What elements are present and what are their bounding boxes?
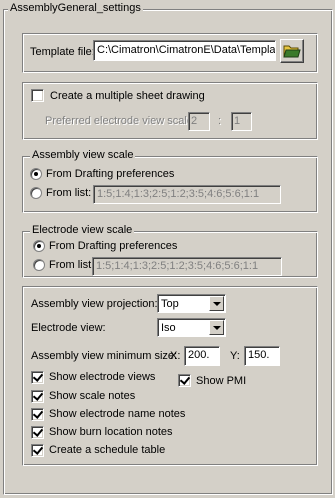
electrode-list-radio[interactable] bbox=[33, 259, 45, 271]
assembly-list-input[interactable]: 1:5;1:4;1:3;2:5;1:2;3:5;4:6;5:6;1:1 bbox=[93, 185, 281, 204]
min-size-label: Assembly view minimum size: bbox=[31, 350, 178, 362]
template-file-label: Template file: bbox=[30, 46, 95, 58]
browse-button[interactable] bbox=[280, 39, 304, 63]
chevron-down-icon[interactable] bbox=[209, 296, 224, 311]
show-burn-location-notes-checkbox[interactable] bbox=[31, 426, 44, 439]
show-pmi-checkbox[interactable] bbox=[178, 374, 191, 387]
electrode-list-input[interactable]: 1:5;1:4;1:3;2:5;1:2;3:5;4:6;5:6;1:1 bbox=[92, 257, 282, 276]
show-electrode-views-checkbox[interactable] bbox=[31, 371, 44, 384]
electrode-view-value: Iso bbox=[161, 322, 176, 334]
template-file-input[interactable]: C:\Cimatron\CimatronE\Data\Template bbox=[93, 40, 276, 61]
multiple-sheet-checkbox[interactable] bbox=[31, 89, 44, 102]
electrode-drafting-radio[interactable] bbox=[33, 240, 45, 252]
scale-separator: : bbox=[218, 115, 222, 127]
electrode-list-label: From list: bbox=[49, 259, 95, 271]
min-size-y-input[interactable]: 150. bbox=[244, 346, 280, 366]
chevron-down-icon[interactable] bbox=[209, 320, 224, 335]
electrode-view-label: Electrode view: bbox=[31, 322, 106, 334]
preferred-scale-label: Preferred electrode view scale: bbox=[45, 115, 197, 127]
create-schedule-table-checkbox[interactable] bbox=[31, 444, 44, 457]
projection-value: Top bbox=[161, 298, 179, 310]
x-label: X: bbox=[170, 350, 181, 362]
show-pmi-label: Show PMI bbox=[196, 375, 247, 387]
show-burn-location-notes-label: Show burn location notes bbox=[49, 426, 173, 438]
show-electrode-name-notes-checkbox[interactable] bbox=[31, 408, 44, 421]
show-electrode-views-label: Show electrode views bbox=[49, 371, 156, 383]
assembly-list-label: From list: bbox=[46, 187, 92, 199]
folder-open-icon bbox=[283, 45, 301, 58]
projection-select[interactable]: Top bbox=[157, 294, 226, 313]
assembly-drafting-label: From Drafting preferences bbox=[46, 168, 175, 180]
assembly-list-radio[interactable] bbox=[30, 187, 42, 199]
electrode-view-select[interactable]: Iso bbox=[157, 318, 226, 337]
dialog-title: AssemblyGeneral_settings bbox=[8, 2, 143, 15]
multiple-sheet-label: Create a multiple sheet drawing bbox=[50, 90, 205, 102]
scale-numerator-input[interactable]: 2 bbox=[188, 112, 210, 131]
show-electrode-name-notes-label: Show electrode name notes bbox=[49, 408, 186, 420]
create-schedule-table-label: Create a schedule table bbox=[49, 444, 166, 456]
projection-label: Assembly view projection: bbox=[31, 298, 158, 310]
electrode-scale-title: Electrode view scale bbox=[30, 224, 135, 237]
show-scale-notes-label: Show scale notes bbox=[49, 390, 136, 402]
min-size-x-input[interactable]: 200. bbox=[184, 346, 220, 366]
electrode-drafting-label: From Drafting preferences bbox=[49, 240, 178, 252]
show-scale-notes-checkbox[interactable] bbox=[31, 390, 44, 403]
scale-denominator-input[interactable]: 1 bbox=[231, 112, 252, 131]
y-label: Y: bbox=[230, 350, 240, 362]
assembly-drafting-radio[interactable] bbox=[30, 168, 42, 180]
assembly-scale-title: Assembly view scale bbox=[30, 149, 136, 162]
